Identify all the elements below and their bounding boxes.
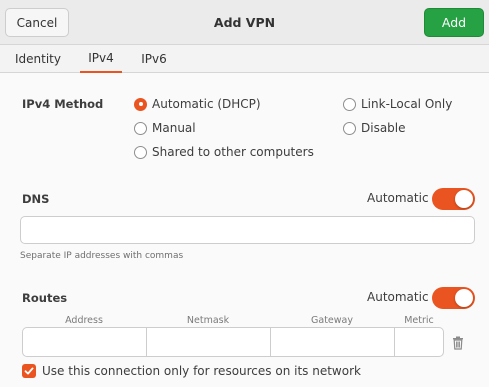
route-gateway-input[interactable] [270, 327, 395, 357]
radio-label: Automatic (DHCP) [152, 97, 261, 111]
radio-link-local-only[interactable]: Link-Local Only [343, 97, 452, 111]
checkbox-label: Use this connection only for resources o… [42, 364, 361, 378]
dns-label: DNS [22, 192, 50, 206]
switch-knob [455, 289, 473, 307]
routes-automatic-label: Automatic [367, 290, 429, 304]
ipv4-method-label: IPv4 Method [22, 97, 104, 111]
radio-icon [134, 145, 147, 159]
radio-icon [134, 121, 147, 135]
radio-disable[interactable]: Disable [343, 121, 406, 135]
cancel-button[interactable]: Cancel [5, 8, 69, 37]
column-metric: Metric [404, 315, 434, 326]
radio-label: Disable [361, 121, 406, 135]
route-netmask-input[interactable] [146, 327, 271, 357]
dialog-title: Add VPN [213, 15, 276, 30]
tab-ipv6[interactable]: IPv6 [134, 45, 174, 73]
tab-ipv4[interactable]: IPv4 [80, 45, 122, 73]
column-gateway: Gateway [311, 315, 353, 326]
dns-hint: Separate IP addresses with commas [20, 251, 184, 261]
radio-label: Link-Local Only [361, 97, 453, 111]
checkbox[interactable] [22, 364, 36, 378]
radio-selected-icon [134, 97, 147, 111]
header-bar: Cancel Add VPN Add [0, 0, 489, 45]
radio-shared[interactable]: Shared to other computers [134, 145, 314, 159]
switch-knob [455, 190, 473, 208]
dns-automatic-switch[interactable] [432, 188, 475, 210]
radio-automatic-dhcp[interactable]: Automatic (DHCP) [134, 97, 261, 111]
add-button[interactable]: Add [424, 8, 484, 37]
only-local-resources-option[interactable]: Use this connection only for resources o… [22, 364, 361, 378]
radio-label: Shared to other computers [152, 145, 314, 159]
delete-route-button[interactable] [447, 333, 469, 353]
routes-automatic-switch[interactable] [432, 287, 475, 309]
dns-automatic-label: Automatic [367, 191, 429, 205]
column-netmask: Netmask [186, 315, 230, 326]
radio-label: Manual [152, 121, 196, 135]
column-address: Address [65, 315, 103, 326]
dns-input[interactable] [20, 216, 475, 244]
checkmark-icon [24, 367, 34, 375]
trash-icon [453, 336, 463, 350]
route-metric-input[interactable] [394, 327, 444, 357]
route-address-input[interactable] [22, 327, 147, 357]
tab-identity[interactable]: Identity [8, 45, 68, 73]
radio-icon [343, 97, 356, 111]
radio-manual[interactable]: Manual [134, 121, 196, 135]
radio-icon [343, 121, 356, 135]
routes-label: Routes [22, 291, 68, 305]
tab-bar: Identity IPv4 IPv6 [0, 45, 489, 73]
